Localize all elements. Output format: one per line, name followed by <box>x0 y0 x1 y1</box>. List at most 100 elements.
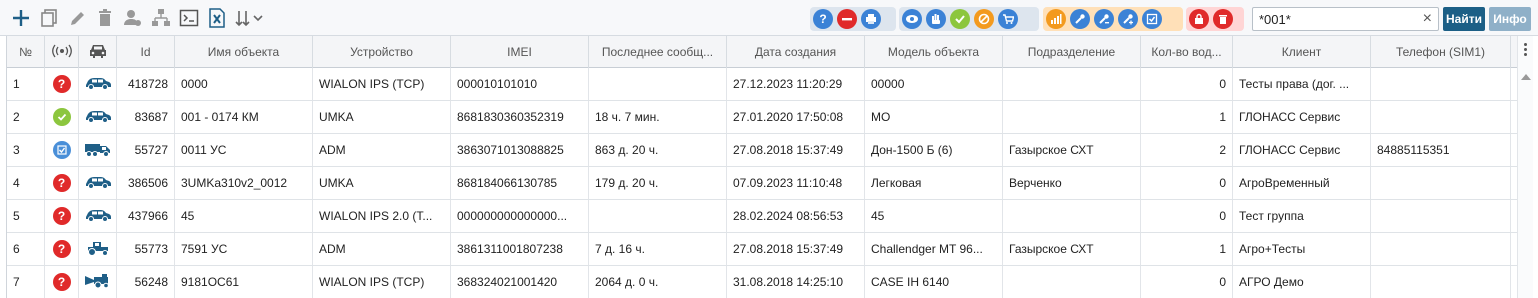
table-row[interactable]: 5? 437966 45 WIALON IPS 2.0 (T... 0000000000… <box>7 200 1517 233</box>
cell-status: ? <box>45 266 79 298</box>
plus-icon[interactable] <box>10 6 32 30</box>
wrench-list-icon[interactable] <box>1094 9 1114 29</box>
column-header-last-msg[interactable]: Последнее сообщ... <box>589 36 727 68</box>
toolbar-group-danger <box>1186 7 1244 31</box>
wrench-icon[interactable] <box>1070 9 1090 29</box>
cell-status <box>45 101 79 133</box>
cell-created: 27.08.2018 15:37:49 <box>727 134 865 166</box>
cell-created: 28.02.2024 08:56:53 <box>727 200 865 232</box>
trash-icon[interactable] <box>94 6 116 30</box>
cell-client: Агро+Тесты <box>1233 233 1371 265</box>
table-row[interactable]: 3 55727 0011 УС ADM 3863071013088825 863 д. 2… <box>7 134 1517 167</box>
cell-n: 6 <box>7 233 45 265</box>
table-row[interactable]: 6? 55773 7591 УС ADM 3861311001807238 7 д. 16… <box>7 233 1517 266</box>
checklist-icon[interactable] <box>1142 9 1162 29</box>
pencil-icon[interactable] <box>66 6 88 30</box>
cell-text: 28.02.2024 08:56:53 <box>733 209 844 223</box>
help-icon[interactable]: ? <box>813 9 833 29</box>
wrench-add-icon[interactable] <box>1118 9 1138 29</box>
column-header-device[interactable]: Устройство <box>313 36 451 68</box>
column-header-division[interactable]: Подразделение <box>1003 36 1141 68</box>
cell-division: Верченко <box>1003 167 1141 199</box>
cell-imei: 368324021001420 <box>451 266 589 298</box>
cell-text: 07.09.2023 11:10:48 <box>733 176 843 190</box>
search-field[interactable]: × <box>1252 7 1439 31</box>
table-row[interactable]: 7? 56248 9181ОС61 WIALON IPS (TCP) 368324021… <box>7 266 1517 298</box>
cell-id: 55773 <box>117 233 175 265</box>
cell-text: 7 д. 16 ч. <box>595 242 645 256</box>
check-icon[interactable] <box>950 9 970 29</box>
cell-text: 3 <box>13 143 20 157</box>
cell-imei: 3861311001807238 <box>451 233 589 265</box>
cell-device: UMKA <box>313 101 451 133</box>
cell-status <box>45 134 79 166</box>
forbidden-icon[interactable] <box>974 9 994 29</box>
sort-icon[interactable] <box>234 6 264 30</box>
cell-status: ? <box>45 233 79 265</box>
toolbar-group-state <box>899 7 1039 31</box>
cell-name: 001 - 0174 КМ <box>175 101 313 133</box>
grid-header: № Id Имя объекта Устройство IMEI Последнее со… <box>7 36 1517 68</box>
table-row[interactable]: 1? 418728 0000 WIALON IPS (TCP) 000010101010… <box>7 68 1517 101</box>
cell-device: ADM <box>313 134 451 166</box>
cell-text: 2064 д. 0 ч. <box>595 275 659 289</box>
column-header-drivers[interactable]: Кол-во вод... <box>1141 36 1233 68</box>
clear-search-icon[interactable]: × <box>1423 10 1432 28</box>
column-header-imei[interactable]: IMEI <box>451 36 589 68</box>
cell-text: 000010101010 <box>457 77 538 91</box>
excel-icon[interactable] <box>206 6 228 30</box>
minus-circle-icon[interactable] <box>837 9 857 29</box>
search-input[interactable] <box>1259 11 1414 27</box>
copy-icon[interactable] <box>38 6 60 30</box>
cell-n: 5 <box>7 200 45 232</box>
cell-vehicle-type <box>79 167 117 199</box>
cell-drivers: 1 <box>1141 233 1233 265</box>
lock-icon[interactable] <box>1189 9 1209 29</box>
eye-icon[interactable] <box>902 9 922 29</box>
cell-id: 56248 <box>117 266 175 298</box>
cell-imei: 868184066130785 <box>451 167 589 199</box>
cell-vehicle-type <box>79 101 117 133</box>
column-header-client[interactable]: Клиент <box>1233 36 1371 68</box>
scroll-up-arrow-icon[interactable] <box>1521 74 1531 80</box>
console-icon[interactable] <box>178 6 200 30</box>
column-header-type[interactable] <box>79 36 117 68</box>
cell-text: ADM <box>319 143 346 157</box>
column-header-name[interactable]: Имя объекта <box>175 36 313 68</box>
car-icon <box>84 76 112 93</box>
cell-text: Дон-1500 Б (6) <box>871 143 953 157</box>
vertical-scrollbar[interactable] <box>1517 36 1533 298</box>
cell-device: WIALON IPS 2.0 (T... <box>313 200 451 232</box>
cell-text: UMKA <box>319 176 354 190</box>
cell-phone <box>1371 101 1511 133</box>
cell-drivers: 0 <box>1141 266 1233 298</box>
column-header-phone[interactable]: Телефон (SIM1) <box>1371 36 1511 68</box>
cell-division: Газырское СХТ <box>1003 233 1141 265</box>
column-header-n[interactable]: № <box>7 36 45 68</box>
info-button[interactable]: Инфо <box>1489 7 1531 31</box>
column-menu-icon[interactable] <box>1524 43 1527 58</box>
cell-device: WIALON IPS (TCP) <box>313 266 451 298</box>
hand-icon[interactable] <box>926 9 946 29</box>
trash-red-icon[interactable] <box>1213 9 1233 29</box>
column-header-id[interactable]: Id <box>117 36 175 68</box>
cell-text: ADM <box>319 242 346 256</box>
hierarchy-icon[interactable] <box>150 6 172 30</box>
truck-icon <box>84 141 112 160</box>
chart-icon[interactable] <box>1046 9 1066 29</box>
cell-imei: 8681830360352319 <box>451 101 589 133</box>
column-header-model[interactable]: Модель объекта <box>865 36 1003 68</box>
find-button[interactable]: Найти <box>1443 7 1485 31</box>
user-gear-icon[interactable] <box>122 6 144 30</box>
column-header-signal[interactable] <box>45 36 79 68</box>
cell-text: ГЛОНАСС Сервис <box>1239 143 1341 157</box>
table-row[interactable]: 4? 386506 3UMKa310v2_0012 UMKA 8681840661307… <box>7 167 1517 200</box>
cell-division <box>1003 200 1141 232</box>
column-header-created[interactable]: Дата создания <box>727 36 865 68</box>
cell-imei: 3863071013088825 <box>451 134 589 166</box>
print-icon[interactable] <box>861 9 881 29</box>
table-row[interactable]: 2 83687 001 - 0174 КМ UMKA 8681830360352319 1… <box>7 101 1517 134</box>
cart-icon[interactable] <box>998 9 1018 29</box>
column-header-label: Имя объекта <box>207 45 280 59</box>
cell-created: 27.08.2018 15:37:49 <box>727 233 865 265</box>
